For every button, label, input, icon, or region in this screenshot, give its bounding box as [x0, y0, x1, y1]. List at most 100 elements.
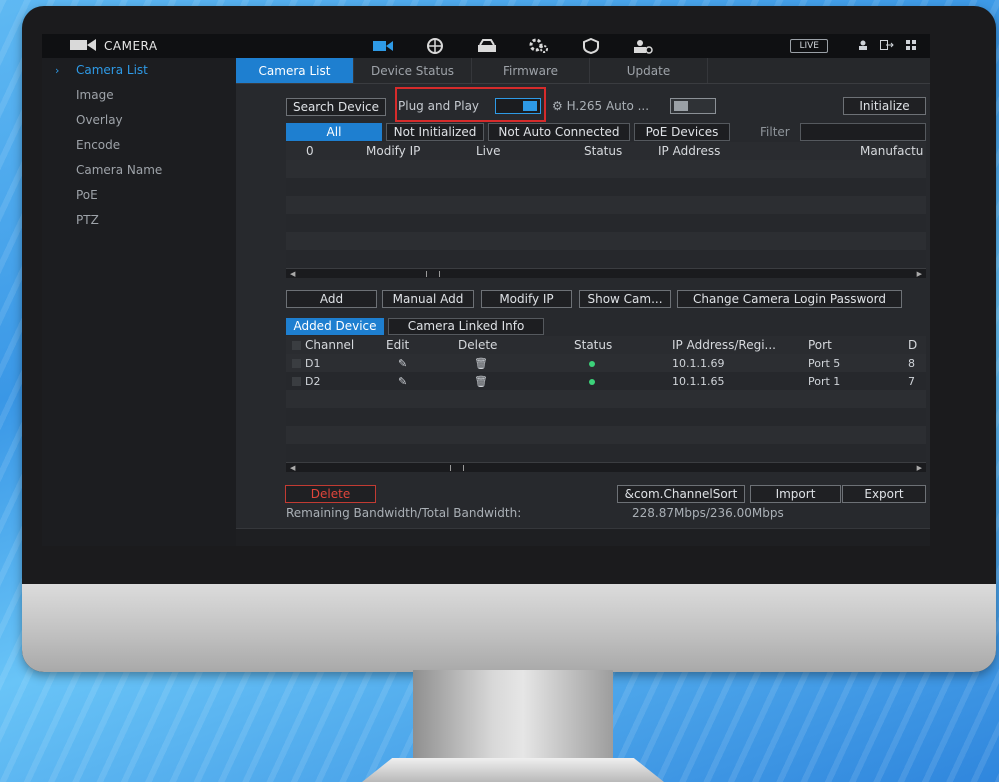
- import-button[interactable]: Import: [750, 485, 841, 503]
- col-ip-address: IP Address/Regi...: [672, 338, 776, 352]
- filter-not-initialized[interactable]: Not Initialized: [386, 123, 484, 141]
- tab-device-status[interactable]: Device Status: [354, 58, 472, 83]
- scroll-left-icon[interactable]: ◀: [290, 463, 295, 473]
- manual-add-button[interactable]: Manual Add: [382, 290, 474, 308]
- col-status: Status: [574, 338, 613, 352]
- nvr-screen: CAMERA LIVE › Camera List Image Overlay …: [42, 34, 930, 546]
- horizontal-scrollbar[interactable]: ◀ ▶: [286, 268, 926, 278]
- port-value: Port 1: [808, 374, 841, 388]
- sidebar-item-label: Image: [76, 88, 114, 102]
- bandwidth-label: Remaining Bandwidth/Total Bandwidth:: [286, 506, 522, 520]
- table-row[interactable]: D1 ✎ 🗑 10.1.1.69 Port 5 8: [286, 354, 926, 372]
- scroll-thumb[interactable]: [426, 271, 440, 277]
- camera-icon[interactable]: [372, 38, 394, 54]
- logout-icon[interactable]: [880, 39, 894, 53]
- sidebar-item-image[interactable]: Image: [42, 83, 236, 108]
- initialize-button[interactable]: Initialize: [843, 97, 926, 115]
- sidebar-item-poe[interactable]: PoE: [42, 183, 236, 208]
- status-dot-icon: [589, 360, 595, 367]
- channel-sort-button[interactable]: &com.ChannelSort: [617, 485, 745, 503]
- network-icon[interactable]: [424, 38, 446, 54]
- filter-label: Filter: [760, 125, 790, 139]
- modify-ip-button[interactable]: Modify IP: [481, 290, 572, 308]
- camera-icon: [70, 38, 96, 55]
- select-all-checkbox[interactable]: [292, 341, 301, 350]
- table-row[interactable]: [286, 214, 926, 232]
- scroll-thumb[interactable]: [450, 465, 464, 471]
- sidebar-item-label: PTZ: [76, 213, 99, 227]
- sidebar: › Camera List Image Overlay Encode Camer…: [42, 58, 236, 546]
- row-checkbox[interactable]: [292, 358, 301, 368]
- add-button[interactable]: Add: [286, 290, 377, 308]
- sidebar-item-encode[interactable]: Encode: [42, 133, 236, 158]
- export-button[interactable]: Export: [842, 485, 926, 503]
- channel-value: D1: [305, 356, 321, 370]
- filter-not-auto-connected[interactable]: Not Auto Connected: [488, 123, 630, 141]
- scroll-left-icon[interactable]: ◀: [290, 269, 295, 279]
- table-row[interactable]: [286, 250, 926, 268]
- status-strip: [236, 528, 930, 546]
- tab-update[interactable]: Update: [590, 58, 708, 83]
- col-manufacturer: Manufactu: [860, 144, 924, 158]
- storage-icon[interactable]: [476, 38, 498, 54]
- tab-added-device[interactable]: Added Device: [286, 318, 384, 335]
- col-modify-ip: Modify IP: [366, 144, 421, 158]
- table-row[interactable]: D2 ✎ 🗑 10.1.1.65 Port 1 7: [286, 372, 926, 390]
- table-row[interactable]: [286, 390, 926, 408]
- delete-button[interactable]: Delete: [285, 485, 376, 503]
- settings-icon[interactable]: [528, 38, 550, 54]
- h265-auto-toggle[interactable]: [670, 98, 716, 114]
- status-online: [574, 357, 672, 370]
- table-row[interactable]: [286, 232, 926, 250]
- table-row[interactable]: [286, 426, 926, 444]
- filter-input[interactable]: [800, 123, 926, 141]
- show-camera-button[interactable]: Show Cam...: [579, 290, 671, 308]
- scroll-right-icon[interactable]: ▶: [917, 269, 922, 279]
- user-icon[interactable]: [858, 39, 868, 53]
- bandwidth-value: 228.87Mbps/236.00Mbps: [632, 506, 784, 520]
- row-checkbox[interactable]: [292, 376, 301, 386]
- horizontal-scrollbar[interactable]: ◀ ▶: [286, 462, 926, 472]
- table-row[interactable]: [286, 408, 926, 426]
- trash-icon[interactable]: 🗑: [458, 357, 574, 370]
- trash-icon[interactable]: 🗑: [458, 375, 574, 388]
- tab-firmware[interactable]: Firmware: [472, 58, 590, 83]
- edit-icon[interactable]: ✎: [386, 375, 458, 388]
- col-extra: D: [908, 338, 918, 352]
- account-icon[interactable]: [632, 38, 654, 54]
- tab-camera-linked-info[interactable]: Camera Linked Info: [388, 318, 544, 335]
- edit-icon[interactable]: ✎: [386, 357, 458, 370]
- table-row[interactable]: [286, 178, 926, 196]
- shield-icon[interactable]: [580, 38, 602, 54]
- sidebar-item-label: Overlay: [76, 113, 123, 127]
- sidebar-item-overlay[interactable]: Overlay: [42, 108, 236, 133]
- table-row[interactable]: [286, 196, 926, 214]
- col-edit: Edit: [386, 338, 410, 352]
- table-row[interactable]: [286, 444, 926, 462]
- page-title: CAMERA: [104, 39, 158, 53]
- scroll-right-icon[interactable]: ▶: [917, 463, 922, 473]
- port-value: Port 5: [808, 356, 841, 370]
- filter-poe-devices[interactable]: PoE Devices: [634, 123, 730, 141]
- search-device-button[interactable]: Search Device: [286, 98, 386, 116]
- sidebar-item-ptz[interactable]: PTZ: [42, 208, 236, 233]
- tab-camera-list[interactable]: Camera List: [236, 58, 354, 83]
- grid-icon[interactable]: [906, 39, 916, 53]
- toggle-knob: [523, 101, 537, 111]
- table-header: 0 Modify IP Live Status IP Address Manuf…: [286, 142, 926, 160]
- sidebar-item-camera-list[interactable]: › Camera List: [42, 58, 236, 83]
- live-button[interactable]: LIVE: [790, 39, 828, 53]
- sidebar-item-camera-name[interactable]: Camera Name: [42, 158, 236, 183]
- filter-all[interactable]: All: [286, 123, 382, 141]
- plug-and-play-toggle[interactable]: [495, 98, 541, 114]
- change-camera-password-button[interactable]: Change Camera Login Password: [677, 290, 902, 308]
- chevron-right-icon: ›: [55, 64, 60, 77]
- table-row[interactable]: [286, 160, 926, 178]
- ip-value: 10.1.1.65: [672, 374, 725, 388]
- gear-icon[interactable]: ⚙: [552, 99, 563, 113]
- extra-value: 8: [908, 356, 915, 370]
- col-live: Live: [476, 144, 501, 158]
- sidebar-item-label: Camera Name: [76, 163, 163, 177]
- added-device-table: Channel Edit Delete Status IP Address/Re…: [286, 336, 926, 472]
- col-delete: Delete: [458, 338, 498, 352]
